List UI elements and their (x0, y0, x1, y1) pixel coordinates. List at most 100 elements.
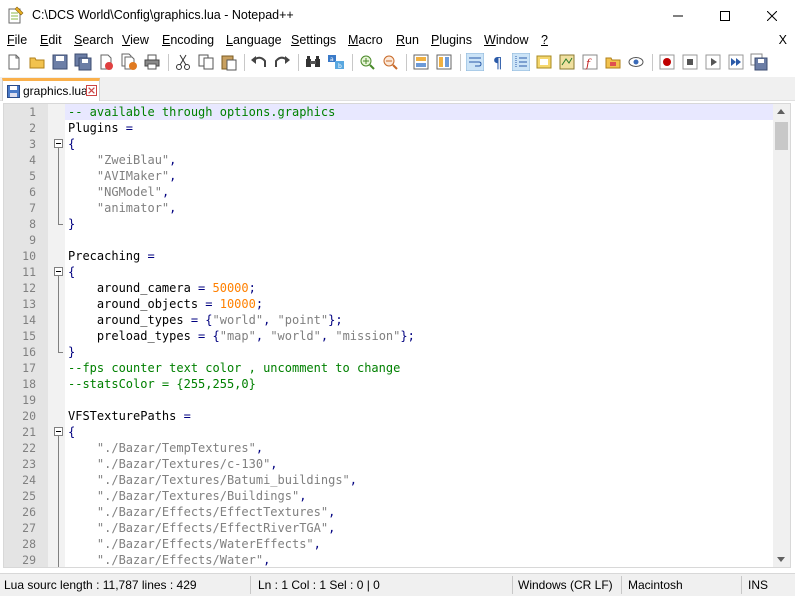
code-line[interactable]: "./Bazar/Effects/WaterEffects", (65, 536, 775, 552)
menu-window[interactable]: Window (484, 33, 528, 47)
code-line[interactable]: --fps counter text color , uncomment to … (65, 360, 775, 376)
menu-language[interactable]: Language (226, 33, 282, 47)
folder-as-workspace-icon[interactable] (604, 53, 622, 71)
code-line[interactable]: { (65, 424, 775, 440)
code-line[interactable]: Precaching = (65, 248, 775, 264)
stop-recording-icon[interactable] (681, 53, 699, 71)
code-line[interactable]: around_camera = 50000; (65, 280, 775, 296)
status-bar: Lua sourc length : 11,787 lines : 429 Ln… (0, 573, 795, 596)
code-editor[interactable]: 1 -- available through options.graphics 2 P… (3, 103, 791, 568)
code-text: around_types = {"world", "point"}; (68, 313, 343, 327)
code-line[interactable]: "./Bazar/Effects/EffectTextures", (65, 504, 775, 520)
code-line[interactable]: } (65, 344, 775, 360)
vertical-scrollbar[interactable] (773, 104, 790, 567)
paste-icon[interactable] (220, 53, 238, 71)
fold-toggle-icon[interactable] (54, 139, 63, 148)
code-line[interactable]: preload_types = {"map", "world", "missio… (65, 328, 775, 344)
code-line[interactable]: "AVIMaker", (65, 168, 775, 184)
sync-vertical-icon[interactable] (412, 53, 430, 71)
code-line[interactable]: "./Bazar/Effects/Water", (65, 552, 775, 567)
status-encoding[interactable]: Macintosh (628, 578, 683, 592)
code-line[interactable]: Plugins = (65, 120, 775, 136)
code-line[interactable]: "NGModel", (65, 184, 775, 200)
redo-icon[interactable] (273, 53, 291, 71)
code-line[interactable]: "./Bazar/Textures/c-130", (65, 456, 775, 472)
indent-guide-icon[interactable] (512, 53, 530, 71)
document-map-icon[interactable] (558, 53, 576, 71)
code-line[interactable]: --statsColor = {255,255,0} (65, 376, 775, 392)
menu-encoding[interactable]: Encoding (162, 33, 214, 47)
copy-icon[interactable] (197, 53, 215, 71)
close-tab-icon[interactable] (86, 85, 97, 96)
sync-horizontal-icon[interactable] (435, 53, 453, 71)
line-number: 20 (22, 409, 36, 423)
menu-view[interactable]: View (122, 33, 149, 47)
save-macro-icon[interactable] (750, 53, 768, 71)
menu-file[interactable]: File (7, 33, 27, 47)
code-line[interactable]: -- available through options.graphics (65, 104, 775, 120)
code-line[interactable]: around_types = {"world", "point"}; (65, 312, 775, 328)
save-icon[interactable] (51, 53, 69, 71)
close-document-button[interactable]: X (779, 33, 787, 47)
code-line[interactable]: { (65, 136, 775, 152)
undo-icon[interactable] (250, 53, 268, 71)
tab-graphics-lua[interactable]: graphics.lua (2, 78, 100, 101)
menu-settings[interactable]: Settings (291, 33, 336, 47)
word-wrap-icon[interactable] (466, 53, 484, 71)
cut-icon[interactable] (174, 53, 192, 71)
menu-macro[interactable]: Macro (348, 33, 383, 47)
replace-icon[interactable]: ab (327, 53, 345, 71)
menu-search[interactable]: Search (74, 33, 114, 47)
close-file-icon[interactable] (97, 53, 115, 71)
fold-toggle-icon[interactable] (54, 267, 63, 276)
tab-bar: graphics.lua (0, 77, 795, 101)
line-number: 18 (22, 377, 36, 391)
menu-edit[interactable]: Edit (40, 33, 62, 47)
show-all-characters-icon[interactable]: ¶ (489, 53, 507, 71)
line-number: 12 (22, 281, 36, 295)
zoom-out-icon[interactable] (381, 53, 399, 71)
menu-run[interactable]: Run (396, 33, 419, 47)
menu-help[interactable]: ? (541, 33, 548, 47)
code-line[interactable]: VFSTexturePaths = (65, 408, 775, 424)
new-file-icon[interactable] (5, 53, 23, 71)
status-eol-format[interactable]: Windows (CR LF) (518, 578, 613, 592)
toolbar-separator (652, 54, 653, 71)
line-number: 7 (29, 201, 36, 215)
zoom-in-icon[interactable] (358, 53, 376, 71)
save-all-icon[interactable] (74, 53, 92, 71)
code-line[interactable] (65, 232, 775, 248)
function-list-icon[interactable]: f (581, 53, 599, 71)
code-line[interactable]: "./Bazar/Textures/Buildings", (65, 488, 775, 504)
code-text: } (68, 345, 76, 359)
code-line[interactable]: } (65, 216, 775, 232)
scroll-up-icon[interactable] (777, 109, 785, 114)
minimize-button[interactable] (655, 0, 701, 31)
code-line[interactable]: "./Bazar/TempTextures", (65, 440, 775, 456)
playback-icon[interactable] (704, 53, 722, 71)
run-macro-multiple-icon[interactable] (727, 53, 745, 71)
scroll-down-icon[interactable] (777, 557, 785, 562)
print-icon[interactable] (143, 53, 161, 71)
user-defined-language-icon[interactable] (535, 53, 553, 71)
code-line[interactable]: "ZweiBlau", (65, 152, 775, 168)
open-file-icon[interactable] (28, 53, 46, 71)
code-line[interactable]: "./Bazar/Textures/Batumi_buildings", (65, 472, 775, 488)
menu-mnemonic: L (226, 33, 233, 47)
code-line[interactable]: "animator", (65, 200, 775, 216)
record-macro-icon[interactable] (658, 53, 676, 71)
find-icon[interactable] (304, 53, 322, 71)
scroll-thumb[interactable] (775, 122, 788, 150)
close-all-icon[interactable] (120, 53, 138, 71)
code-line[interactable]: "./Bazar/Effects/EffectRiverTGA", (65, 520, 775, 536)
close-window-button[interactable] (749, 0, 795, 31)
menu-plugins[interactable]: Plugins (431, 33, 472, 47)
monitoring-icon[interactable] (627, 53, 645, 71)
maximize-button[interactable] (702, 0, 748, 31)
fold-toggle-icon[interactable] (54, 427, 63, 436)
code-text: around_objects = 10000; (68, 297, 264, 311)
status-insert-mode[interactable]: INS (748, 578, 768, 592)
code-line[interactable]: { (65, 264, 775, 280)
code-line[interactable] (65, 392, 775, 408)
code-line[interactable]: around_objects = 10000; (65, 296, 775, 312)
